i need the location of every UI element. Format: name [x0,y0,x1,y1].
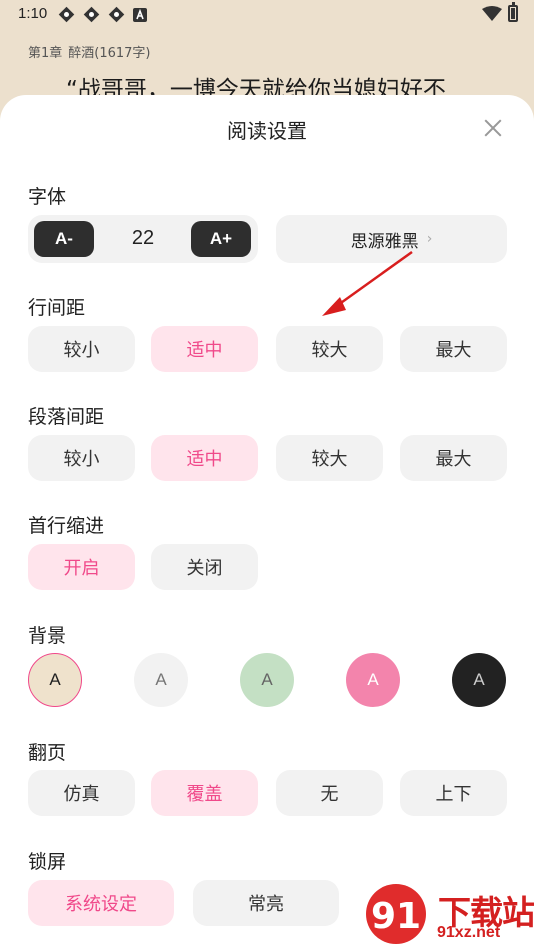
background-swatch-black[interactable]: A [452,653,506,707]
close-icon[interactable] [480,116,506,142]
watermark-url: 91xz.net [437,924,501,941]
page-turn-option[interactable]: 仿真 [28,770,135,816]
lock-screen-always-on-button[interactable]: 常亮 [193,880,339,926]
font-size-stepper: A- 22 A+ [28,215,258,263]
indent-off-button[interactable]: 关闭 [151,544,258,590]
swatch-letter: A [473,670,485,689]
swatch-letter: A [261,670,273,689]
font-decrease-button[interactable]: A- [34,221,94,257]
paragraph-spacing-option[interactable]: 较小 [28,435,135,481]
paragraph-spacing-option-selected[interactable]: 适中 [151,435,258,481]
chapter-number: 第1章 [28,46,63,61]
paragraph-spacing-option[interactable]: 较大 [276,435,383,481]
status-bar: 1:10 [0,0,534,30]
chapter-title: 醉酒(1617字) [68,46,151,61]
font-family-select[interactable]: 思源雅黑 › [276,215,507,263]
page-turn-option-selected[interactable]: 覆盖 [151,770,258,816]
indent-label: 首行缩进 [28,515,105,537]
background-swatch-beige[interactable]: A [28,653,82,707]
page-turn-option[interactable]: 无 [276,770,383,816]
notification-icon [83,6,100,23]
wifi-icon [482,6,502,21]
background-swatch-green[interactable]: A [240,653,294,707]
line-spacing-label: 行间距 [28,297,86,319]
a-box-icon [133,8,147,22]
battery-icon [508,2,518,22]
font-increase-button[interactable]: A+ [191,221,251,257]
paragraph-spacing-option[interactable]: 最大 [400,435,507,481]
lock-screen-system-button[interactable]: 系统设定 [28,880,174,926]
swatch-letter: A [367,670,379,689]
page-turn-label: 翻页 [28,742,67,764]
sheet-title: 阅读设置 [227,119,307,143]
swatch-letter: A [155,670,167,689]
reading-settings-sheet: 阅读设置 字体 A- 22 A+ 思源雅黑 › 行间距 较小 适中 较大 最大 … [0,95,534,950]
line-spacing-option-selected[interactable]: 适中 [151,326,258,372]
swatch-letter: A [49,670,61,689]
notification-icon [58,6,75,23]
line-spacing-option[interactable]: 最大 [400,326,507,372]
background-label: 背景 [28,625,67,647]
svg-text:91: 91 [371,896,421,937]
font-label: 字体 [28,186,67,208]
background-swatch-pink[interactable]: A [346,653,400,707]
font-size-value: 22 [131,227,155,249]
chapter-header: 第1章 醉酒(1617字) [28,42,157,61]
line-spacing-option[interactable]: 较小 [28,326,135,372]
paragraph-spacing-label: 段落间距 [28,406,105,428]
background-swatch-gray[interactable]: A [134,653,188,707]
chevron-right-icon: › [426,231,433,247]
page-turn-option[interactable]: 上下 [400,770,507,816]
font-family-value: 思源雅黑 [350,231,419,252]
lock-screen-label: 锁屏 [28,851,67,873]
notification-icon [108,6,125,23]
indent-on-button[interactable]: 开启 [28,544,135,590]
line-spacing-option[interactable]: 较大 [276,326,383,372]
status-time: 1:10 [18,5,48,22]
